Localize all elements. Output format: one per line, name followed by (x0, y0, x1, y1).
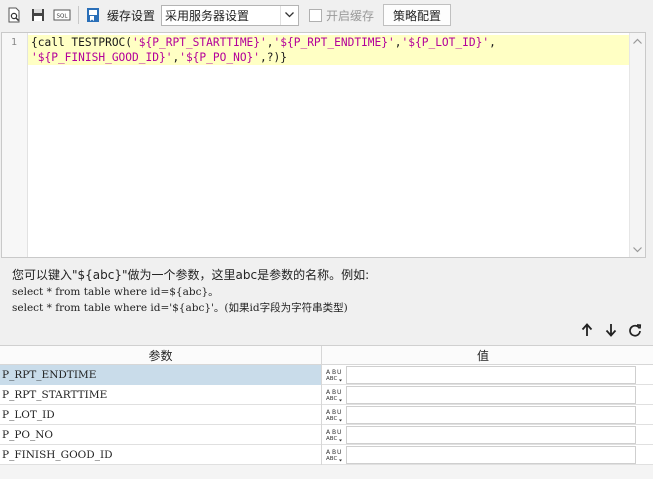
chevron-down-icon[interactable] (280, 5, 298, 25)
table-row[interactable]: P_PO_NO A B U ABC (0, 425, 653, 445)
help-line-2: select * from table where id=${abc}。 (12, 286, 219, 298)
svg-text:ABC: ABC (326, 456, 337, 462)
arrow-up-icon[interactable] (579, 320, 595, 340)
table-row[interactable]: P_LOT_ID A B U ABC (0, 405, 653, 425)
svg-text:B: B (332, 389, 336, 396)
code-line[interactable]: '${P_FINISH_GOOD_ID}','${P_PO_NO}',?)} (28, 50, 630, 65)
code-token: ,?)} (260, 51, 287, 64)
param-value-cell (346, 425, 644, 445)
toolbar-separator (78, 6, 79, 24)
code-string-token: '${P_RPT_ENDTIME}' (273, 36, 395, 49)
editor-vertical-scrollbar[interactable] (629, 33, 645, 257)
param-value-input[interactable] (346, 406, 636, 424)
param-value-input[interactable] (346, 366, 636, 384)
table-body: P_RPT_ENDTIME A B U ABC P_RPT_STARTTIME A B U ABC… (0, 365, 653, 465)
svg-text:U: U (337, 369, 341, 376)
code-string-token: '${P_LOT_ID}' (401, 36, 490, 49)
param-name-cell[interactable]: P_RPT_STARTTIME (0, 385, 322, 405)
svg-text:B: B (332, 369, 336, 376)
param-name-cell[interactable]: P_RPT_ENDTIME (0, 365, 322, 385)
code-string-token: '${P_PO_NO}' (179, 51, 261, 64)
svg-text:U: U (337, 409, 341, 416)
line-number: 1 (10, 37, 17, 48)
code-token: {call TESTPROC( (31, 36, 133, 49)
svg-text:A: A (326, 429, 331, 436)
param-actions (579, 320, 643, 340)
svg-text:A: A (326, 449, 331, 456)
enable-cache-checkbox[interactable]: 开启缓存 (309, 7, 374, 24)
sql-editor[interactable]: 1 {call TESTPROC('${P_RPT_STARTTIME}','$… (1, 32, 646, 258)
svg-text:B: B (332, 449, 336, 456)
svg-text:U: U (337, 389, 341, 396)
refresh-icon[interactable] (627, 320, 643, 340)
param-name-cell[interactable]: P_FINISH_GOOD_ID (0, 445, 322, 465)
help-line-3: select * from table where id='${abc}'。(如… (12, 302, 348, 314)
svg-text:ABC: ABC (326, 396, 337, 402)
param-value-cell (346, 365, 644, 385)
abc-type-icon[interactable]: A B U ABC (322, 385, 346, 405)
cache-mode-value: 采用服务器设置 (165, 8, 250, 23)
svg-text:A: A (326, 369, 331, 376)
abc-type-icon[interactable]: A B U ABC (322, 425, 346, 445)
svg-text:SQL: SQL (57, 14, 69, 20)
svg-text:U: U (337, 429, 341, 436)
table-empty-area (0, 465, 653, 479)
table-row[interactable]: P_FINISH_GOOD_ID A B U ABC (0, 445, 653, 465)
param-value-input[interactable] (346, 446, 636, 464)
svg-text:A: A (326, 409, 331, 416)
cache-settings-label: 缓存设置 (107, 8, 156, 23)
param-value-cell (346, 405, 644, 425)
param-value-input[interactable] (346, 386, 636, 404)
scroll-down-icon[interactable] (630, 242, 645, 257)
table-row[interactable]: P_RPT_STARTTIME A B U ABC (0, 385, 653, 405)
table-row[interactable]: P_RPT_ENDTIME A B U ABC (0, 365, 653, 385)
code-token: , (394, 36, 402, 49)
checkbox-box[interactable] (309, 8, 323, 22)
save-icon[interactable] (28, 5, 48, 25)
code-area[interactable]: {call TESTPROC('${P_RPT_STARTTIME}','${P… (28, 35, 630, 65)
svg-text:A: A (326, 389, 331, 396)
help-line-1: 您可以键入"${abc}"做为一个参数，这里abc是参数的名称。例如: (12, 268, 370, 282)
svg-text:B: B (332, 409, 336, 416)
sql-icon[interactable]: SQL (52, 5, 72, 25)
svg-text:ABC: ABC (326, 376, 337, 382)
abc-type-icon[interactable]: A B U ABC (322, 445, 346, 465)
preview-search-icon[interactable] (4, 5, 24, 25)
parameter-help-text: 您可以键入"${abc}"做为一个参数，这里abc是参数的名称。例如: sele… (12, 266, 632, 316)
enable-cache-label: 开启缓存 (326, 8, 375, 23)
svg-text:ABC: ABC (326, 436, 337, 442)
code-string-token: '${P_FINISH_GOOD_ID}' (31, 51, 173, 64)
abc-type-icon[interactable]: A B U ABC (322, 405, 346, 425)
table-header: 参数 值 (0, 346, 653, 365)
header-value[interactable]: 值 (322, 346, 644, 364)
scroll-up-icon[interactable] (630, 33, 645, 48)
line-number-gutter: 1 (2, 33, 28, 257)
cache-mode-select[interactable]: 采用服务器设置 (161, 4, 300, 26)
abc-type-icon[interactable]: A B U ABC (322, 365, 346, 385)
cache-bookmark-icon (83, 5, 103, 25)
arrow-down-icon[interactable] (603, 320, 619, 340)
code-line[interactable]: {call TESTPROC('${P_RPT_STARTTIME}','${P… (28, 35, 630, 50)
param-value-cell (346, 445, 644, 465)
svg-text:U: U (337, 449, 341, 456)
parameter-table: 参数 值 P_RPT_ENDTIME A B U ABC P_RPT_STARTTIME A… (0, 345, 653, 486)
param-value-cell (346, 385, 644, 405)
svg-text:ABC: ABC (326, 416, 337, 422)
toolbar: SQL 缓存设置 采用服务器设置 开启缓存 策略配置 (0, 0, 653, 30)
svg-text:B: B (332, 429, 336, 436)
code-token: , (489, 36, 496, 49)
header-parameter[interactable]: 参数 (0, 346, 322, 364)
param-name-cell[interactable]: P_PO_NO (0, 425, 322, 445)
strategy-config-button[interactable]: 策略配置 (383, 4, 452, 26)
code-token: , (266, 36, 274, 49)
param-name-cell[interactable]: P_LOT_ID (0, 405, 322, 425)
code-string-token: '${P_RPT_STARTTIME}' (132, 36, 267, 49)
param-value-input[interactable] (346, 426, 636, 444)
